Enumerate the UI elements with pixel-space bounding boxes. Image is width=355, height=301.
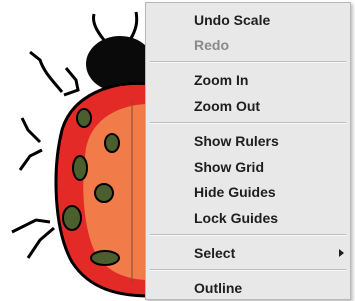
spot [104, 133, 120, 153]
menu-separator [150, 61, 346, 63]
menu-item-redo: Redo [194, 37, 229, 53]
spot [72, 155, 88, 181]
submenu-arrow-icon [339, 249, 344, 257]
menu-separator [150, 269, 346, 271]
menu-item-select-label: Select [194, 245, 236, 261]
leg-top-left [29, 50, 64, 93]
ladybug-icon [11, 11, 150, 298]
menu-item-select[interactable]: Select [146, 241, 350, 265]
menu-item-undo-scale[interactable]: Undo Scale [146, 8, 350, 32]
menu-item-lock-guides[interactable]: Lock Guides [146, 206, 350, 230]
leg-bottom-left [11, 218, 51, 234]
antenna-left [92, 13, 106, 41]
leg-mid-left-2 [18, 148, 43, 171]
menu-item-show-rulers[interactable]: Show Rulers [146, 129, 350, 153]
menu-separator [150, 234, 346, 236]
menu-item-show-grid[interactable]: Show Grid [146, 155, 350, 179]
leg-bottom-left-2 [26, 226, 55, 259]
menu-item-outline[interactable]: Outline [146, 276, 350, 300]
leg-mid-left [20, 117, 42, 144]
menu-separator [150, 122, 346, 124]
spot [62, 205, 82, 231]
menu-item-zoom-out[interactable]: Zoom Out [146, 94, 350, 118]
menu-item-hide-guides[interactable]: Hide Guides [146, 180, 350, 204]
leg-top-mid [63, 67, 80, 97]
menu-item-zoom-in[interactable]: Zoom In [146, 68, 350, 92]
spot [90, 250, 120, 266]
spot [94, 183, 114, 203]
antenna-right [128, 11, 139, 41]
context-menu: Undo Scale Redo Zoom In Zoom Out Show Ru… [145, 2, 351, 300]
spot [76, 108, 92, 128]
